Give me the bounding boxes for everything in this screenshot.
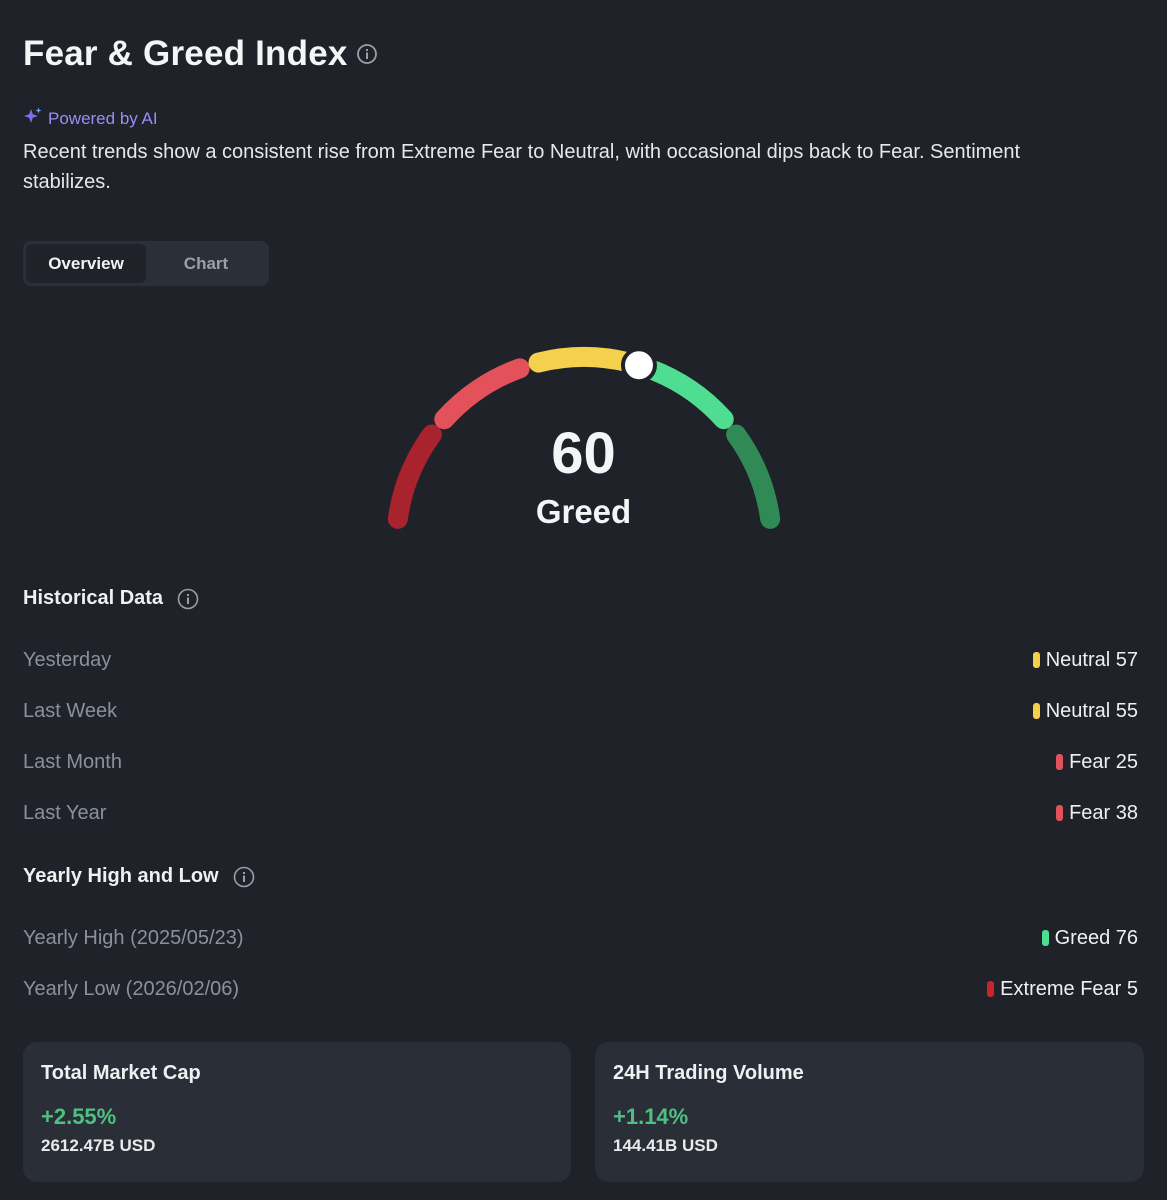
historical-row-last-year: Last Year Fear 38 [23,798,1138,828]
ai-summary: Recent trends show a consistent rise fro… [23,141,1021,193]
row-value: Greed 76 [1041,926,1138,950]
gauge-marker [620,347,657,384]
row-label: Last Month [23,750,122,773]
card-change: +2.55% [41,1104,117,1129]
total-market-cap-card[interactable]: Total Market Cap +2.55% 2612.47B USD [23,1042,571,1182]
sparkle-icon [23,106,43,131]
trading-volume-card[interactable]: 24H Trading Volume +1.14% 144.41B USD [595,1042,1144,1182]
historical-row-last-week: Last Week Neutral 55 [23,696,1138,726]
view-tabs: Overview Chart [23,241,269,286]
yearly-high-low-title: Yearly High and Low [23,865,219,887]
row-label: Last Week [23,699,118,722]
historical-data-title: Historical Data [23,587,164,609]
yearly-high-low-heading: Yearly High and Low [23,865,255,888]
title-row: Fear & Greed Index [23,34,378,74]
gauge-label: Greed [535,493,632,530]
row-value-text: Neutral 57 [1045,648,1138,671]
gauge-segment-fear [434,358,530,430]
yearly-high-row: Yearly High (2025/05/23) Greed 76 [23,923,1138,953]
row-value: Fear 38 [1056,802,1138,825]
row-label: Yearly Low (2026/02/06) [23,977,240,1000]
gauge-value: 60 [551,421,616,486]
row-value: Neutral 55 [1032,699,1138,723]
info-icon[interactable] [177,588,199,610]
historical-data-heading: Historical Data [23,587,199,610]
row-value-text: Extreme Fear 5 [1000,977,1138,1000]
status-indicator [1032,703,1040,719]
info-icon[interactable] [356,43,378,65]
historical-row-yesterday: Yesterday Neutral 57 [23,645,1138,675]
status-indicator [1041,930,1049,946]
page-title: Fear & Greed Index [23,34,348,73]
powered-by-ai-label: Powered by AI [48,108,158,128]
row-value: Neutral 57 [1032,648,1138,672]
row-value: Fear 25 [1056,751,1138,774]
tab-chart[interactable]: Chart [146,244,266,283]
powered-by-ai: Powered by AI [23,106,158,131]
status-indicator [1056,805,1064,821]
row-label: Yearly High (2025/05/23) [23,926,244,949]
card-amount: 144.41B USD [613,1136,718,1155]
row-label: Yesterday [23,648,112,671]
card-title: Total Market Cap [41,1062,201,1084]
status-indicator [1032,652,1040,668]
row-value: Extreme Fear 5 [987,978,1138,1001]
historical-row-last-month: Last Month Fear 25 [23,747,1138,777]
row-value-text: Neutral 55 [1045,699,1138,722]
gauge-segment-greed [638,358,734,430]
gauge-segment-neutral [528,347,640,373]
yearly-low-row: Yearly Low (2026/02/06) Extreme Fear 5 [23,974,1138,1004]
card-amount: 2612.47B USD [41,1136,156,1155]
status-indicator [987,981,995,997]
status-indicator [1056,754,1064,770]
row-value-text: Fear 25 [1069,750,1138,773]
tab-overview[interactable]: Overview [26,244,146,283]
row-value-text: Fear 38 [1069,801,1138,824]
card-change: +1.14% [613,1104,689,1129]
row-value-text: Greed 76 [1054,926,1138,949]
card-title: 24H Trading Volume [613,1062,804,1084]
info-icon[interactable] [233,866,255,888]
row-label: Last Year [23,801,107,824]
